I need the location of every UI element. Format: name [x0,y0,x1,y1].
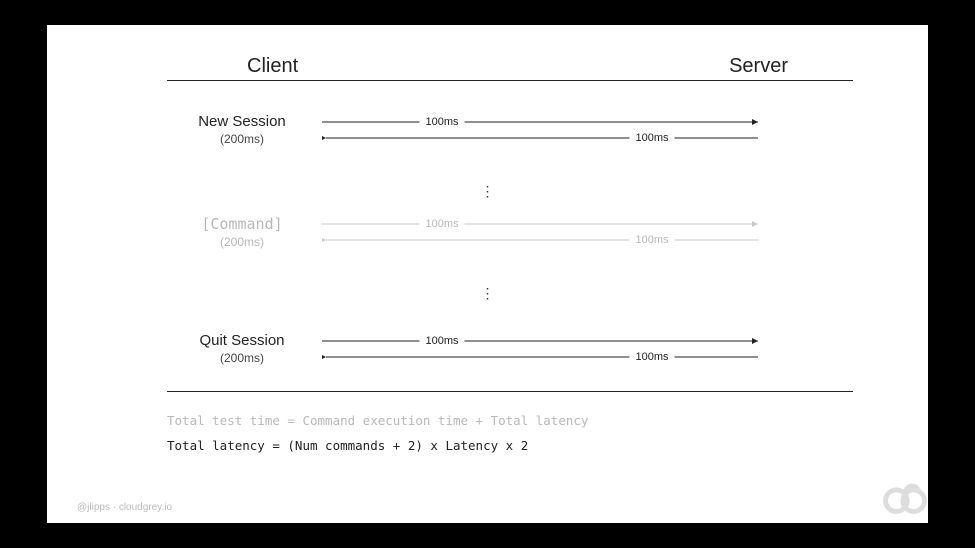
footer-rule [167,391,853,392]
arrows-svg-new-session [322,115,762,145]
req-latency-new-session: 100ms [419,116,464,128]
credit-text: @jlipps · cloudgrey.io [77,502,172,513]
header-row: Client Server [167,55,808,78]
arrows-quit-session: 100ms 100ms [322,334,853,364]
slide: Client Server New Session (200ms) [47,25,928,523]
req-latency-quit-session: 100ms [419,335,464,347]
sublabel-quit-session: (200ms) [167,351,317,365]
sublabel-command: (200ms) [167,235,317,249]
vdots-2: ⋮ [481,285,495,302]
arrows-command: 100ms 100ms [322,217,853,247]
client-header: Client [247,55,298,78]
label-quit-session: Quit Session [167,332,317,349]
row-label-quit-session: Quit Session (200ms) [167,332,317,365]
arrows-new-session: 100ms 100ms [322,115,853,145]
row-label-command: [Command] (200ms) [167,215,317,249]
header-rule [167,80,853,81]
arrows-svg-command [322,217,762,247]
res-latency-quit-session: 100ms [629,351,674,363]
server-header: Server [729,55,788,78]
row-label-new-session: New Session (200ms) [167,113,317,146]
res-latency-new-session: 100ms [629,132,674,144]
vdots-1: ⋮ [481,183,495,200]
formula-total-latency: Total latency = (Num commands + 2) x Lat… [167,438,868,453]
req-latency-command: 100ms [419,218,464,230]
res-latency-command: 100ms [629,234,674,246]
label-command: [Command] [167,215,317,233]
formula-total-test-time: Total test time = Command execution time… [167,413,868,428]
label-new-session: New Session [167,113,317,130]
logo-icon [878,471,932,525]
formulas-block: Total test time = Command execution time… [167,407,868,453]
sublabel-new-session: (200ms) [167,132,317,146]
arrows-svg-quit-session [322,334,762,364]
